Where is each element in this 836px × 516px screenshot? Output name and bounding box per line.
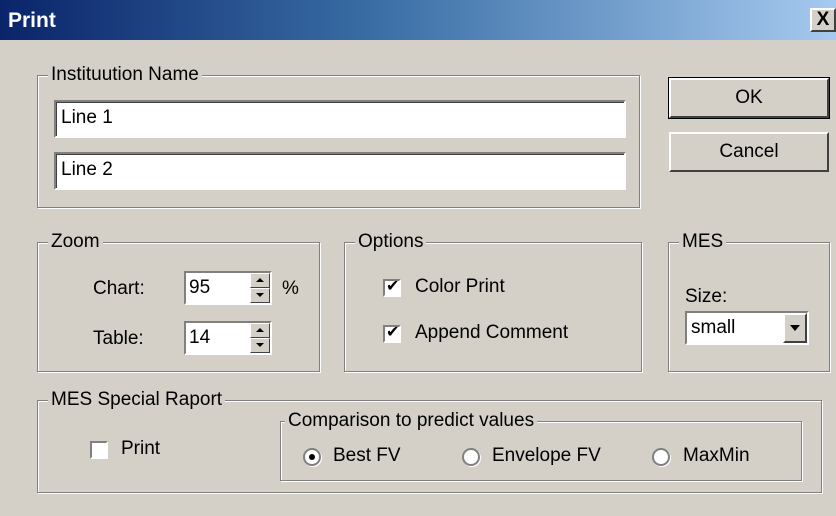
table-zoom-value: 14 [189, 327, 211, 348]
close-icon: X [816, 9, 830, 30]
arrow-up-icon [256, 328, 264, 332]
cancel-label: Cancel [719, 141, 779, 162]
mes-special-group: MES Special Raport Print Comparison to p… [37, 389, 822, 493]
table-zoom-spinner[interactable]: 14 [184, 321, 272, 355]
comparison-group: Comparison to predict values Best FV Env… [280, 410, 802, 481]
checkmark-icon: ✔ [386, 324, 400, 341]
chart-zoom-spinner[interactable]: 95 [184, 271, 272, 305]
table-spin-up-button[interactable] [250, 323, 270, 338]
table-spin-down-button[interactable] [250, 338, 270, 353]
table-spin-buttons [250, 323, 270, 353]
size-select[interactable]: small [685, 311, 809, 345]
print-dialog: Print X Instituution Name Line 1 Line 2 … [0, 0, 836, 516]
mes-special-legend: MES Special Raport [48, 389, 226, 411]
line1-value: Line 1 [56, 102, 624, 136]
chart-unit: % [282, 278, 299, 299]
line1-input[interactable]: Line 1 [53, 99, 627, 139]
ok-label: OK [735, 87, 763, 108]
arrow-down-icon [256, 293, 264, 297]
chart-zoom-value: 95 [189, 277, 211, 298]
chart-spin-down-button[interactable] [250, 288, 270, 303]
color-print-checkbox[interactable]: ✔ [383, 278, 401, 297]
size-label: Size: [685, 286, 728, 307]
comparison-legend: Comparison to predict values [285, 410, 538, 432]
color-print-label[interactable]: Color Print [415, 275, 505, 299]
mes-group: MES Size: small [668, 231, 830, 372]
best-fv-label[interactable]: Best FV [333, 444, 401, 468]
special-print-label[interactable]: Print [121, 437, 160, 461]
close-button[interactable]: X [810, 8, 836, 32]
envelope-fv-label[interactable]: Envelope FV [492, 444, 601, 468]
best-fv-radio[interactable] [303, 448, 321, 466]
institution-name-group: Instituution Name Line 1 Line 2 [37, 64, 640, 208]
window-title: Print [8, 9, 56, 32]
chevron-down-icon [790, 325, 800, 331]
zoom-group: Zoom Chart: 95 % Table: 14 [37, 231, 320, 372]
maxmin-radio[interactable] [652, 448, 670, 466]
table-label: Table: [93, 328, 144, 349]
options-group: Options ✔ Color Print ✔ Append Comment [344, 231, 642, 372]
append-comment-label[interactable]: Append Comment [415, 321, 568, 345]
arrow-down-icon [256, 343, 264, 347]
mes-legend: MES [679, 231, 727, 253]
chart-label: Chart: [93, 278, 145, 299]
chart-spin-up-button[interactable] [250, 273, 270, 288]
checkmark-icon: ✔ [386, 278, 400, 295]
size-value: small [691, 317, 736, 338]
arrow-up-icon [256, 278, 264, 282]
maxmin-label[interactable]: MaxMin [683, 444, 750, 468]
title-bar[interactable]: Print X [0, 0, 836, 40]
zoom-legend: Zoom [48, 231, 103, 253]
envelope-fv-radio[interactable] [462, 448, 480, 466]
append-comment-checkbox[interactable]: ✔ [383, 324, 401, 343]
chart-spin-buttons [250, 273, 270, 303]
line2-value: Line 2 [56, 154, 624, 188]
line2-input[interactable]: Line 2 [53, 151, 627, 191]
radio-selected-dot [309, 454, 315, 460]
ok-button[interactable]: OK [668, 77, 830, 119]
institution-name-legend: Instituution Name [48, 64, 202, 86]
cancel-button[interactable]: Cancel [669, 132, 829, 172]
size-dropdown-button[interactable] [783, 313, 807, 343]
special-print-checkbox[interactable] [90, 441, 108, 459]
options-legend: Options [355, 231, 427, 253]
